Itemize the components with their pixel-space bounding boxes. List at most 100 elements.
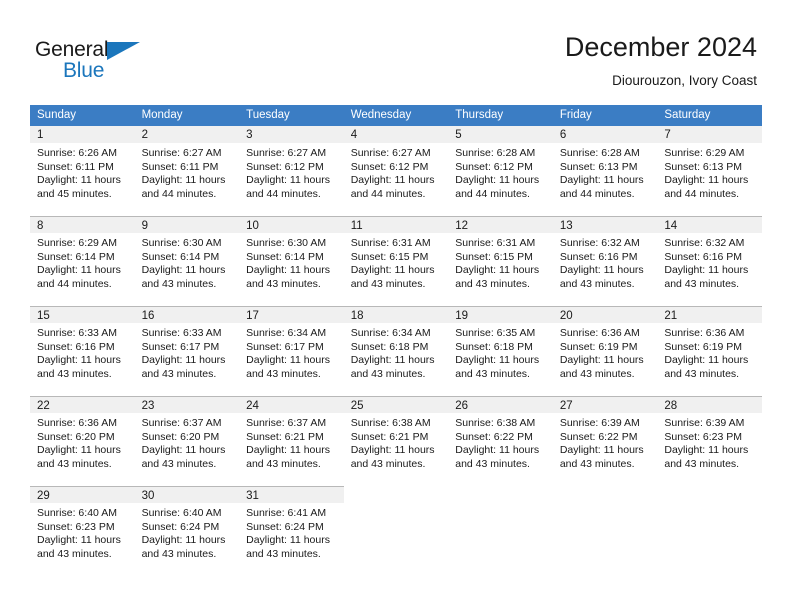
day-details: Sunrise: 6:32 AM Sunset: 6:16 PM Dayligh… (553, 233, 658, 291)
sunset-text: Sunset: 6:12 PM (246, 160, 324, 173)
sunrise-text: Sunrise: 6:40 AM (37, 507, 117, 519)
sunrise-text: Sunrise: 6:34 AM (350, 327, 431, 339)
day-details: Sunrise: 6:34 AM Sunset: 6:17 PM Dayligh… (239, 323, 344, 381)
sunrise-text: Sunrise: 6:32 AM (559, 237, 640, 249)
sunrise-text: Sunrise: 6:35 AM (455, 327, 536, 339)
daylight-text-line2: and 43 minutes. (37, 457, 112, 470)
daylight-text-line2: and 43 minutes. (37, 367, 112, 380)
daylight-text-line2: and 43 minutes. (455, 367, 530, 380)
sunrise-text: Sunrise: 6:39 AM (559, 417, 640, 429)
day-cell[interactable]: 22 Sunrise: 6:36 AM Sunset: 6:20 PM Dayl… (30, 396, 135, 486)
day-cell[interactable]: 3 Sunrise: 6:27 AM Sunset: 6:12 PM Dayli… (239, 126, 344, 216)
calendar-body: 1 Sunrise: 6:26 AM Sunset: 6:11 PM Dayli… (30, 126, 762, 576)
daylight-text-line1: Daylight: 11 hours (141, 264, 226, 277)
day-cell[interactable]: 7 Sunrise: 6:29 AM Sunset: 6:13 PM Dayli… (657, 126, 762, 216)
day-cell[interactable]: 2 Sunrise: 6:27 AM Sunset: 6:11 PM Dayli… (134, 126, 240, 216)
day-number: 20 (552, 306, 658, 323)
day-cell[interactable]: 11 Sunrise: 6:31 AM Sunset: 6:15 PM Dayl… (343, 216, 449, 306)
sunset-text: Sunset: 6:17 PM (141, 340, 220, 353)
sunset-text: Sunset: 6:18 PM (455, 340, 533, 353)
day-cell-empty (553, 486, 658, 576)
daylight-text-line1: Daylight: 11 hours (350, 354, 435, 367)
sunset-text: Sunset: 6:11 PM (37, 160, 114, 173)
generalblue-logo[interactable]: General Blue (35, 38, 165, 86)
sunrise-text: Sunrise: 6:32 AM (664, 237, 745, 249)
day-cell[interactable]: 26 Sunrise: 6:38 AM Sunset: 6:22 PM Dayl… (448, 396, 553, 486)
day-number: 4 (343, 126, 449, 143)
sunrise-text: Sunrise: 6:28 AM (559, 147, 640, 159)
day-cell[interactable]: 1 Sunrise: 6:26 AM Sunset: 6:11 PM Dayli… (30, 126, 135, 216)
day-cell[interactable]: 31 Sunrise: 6:41 AM Sunset: 6:24 PM Dayl… (239, 486, 344, 576)
day-cell[interactable]: 14 Sunrise: 6:32 AM Sunset: 6:16 PM Dayl… (657, 216, 762, 306)
daylight-text-line1: Daylight: 11 hours (559, 354, 644, 367)
daylight-text-line1: Daylight: 11 hours (141, 444, 226, 457)
day-cell[interactable]: 17 Sunrise: 6:34 AM Sunset: 6:17 PM Dayl… (239, 306, 344, 396)
daylight-text-line2: and 43 minutes. (350, 457, 426, 470)
day-cell[interactable]: 13 Sunrise: 6:32 AM Sunset: 6:16 PM Dayl… (552, 216, 658, 306)
sunset-text: Sunset: 6:20 PM (37, 430, 115, 443)
day-details: Sunrise: 6:30 AM Sunset: 6:14 PM Dayligh… (239, 233, 344, 291)
day-details: Sunrise: 6:41 AM Sunset: 6:24 PM Dayligh… (239, 503, 344, 561)
day-cell[interactable]: 16 Sunrise: 6:33 AM Sunset: 6:17 PM Dayl… (134, 306, 240, 396)
daylight-text-line2: and 43 minutes. (559, 277, 635, 290)
sunset-text: Sunset: 6:15 PM (455, 250, 533, 263)
day-details: Sunrise: 6:35 AM Sunset: 6:18 PM Dayligh… (448, 323, 553, 381)
sunset-text: Sunset: 6:22 PM (455, 430, 533, 443)
daylight-text-line1: Daylight: 11 hours (350, 264, 435, 277)
day-number: 17 (239, 306, 344, 323)
day-details: Sunrise: 6:27 AM Sunset: 6:12 PM Dayligh… (239, 143, 344, 201)
daylight-text-line1: Daylight: 11 hours (37, 444, 121, 457)
daylight-text-line2: and 43 minutes. (559, 367, 635, 380)
sunset-text: Sunset: 6:14 PM (141, 250, 220, 263)
day-number: 8 (30, 216, 135, 233)
day-number: 22 (30, 396, 135, 413)
day-cell[interactable]: 27 Sunrise: 6:39 AM Sunset: 6:22 PM Dayl… (552, 396, 658, 486)
day-cell[interactable]: 30 Sunrise: 6:40 AM Sunset: 6:24 PM Dayl… (134, 486, 240, 576)
sunrise-text: Sunrise: 6:38 AM (350, 417, 431, 429)
day-cell[interactable]: 10 Sunrise: 6:30 AM Sunset: 6:14 PM Dayl… (239, 216, 344, 306)
daylight-text-line1: Daylight: 11 hours (246, 174, 330, 187)
day-number: 14 (657, 216, 762, 233)
week-row: 15 Sunrise: 6:33 AM Sunset: 6:16 PM Dayl… (30, 306, 762, 396)
title-block: December 2024 Diourouzon, Ivory Coast (565, 30, 757, 91)
day-cell[interactable]: 9 Sunrise: 6:30 AM Sunset: 6:14 PM Dayli… (134, 216, 240, 306)
daylight-text-line2: and 43 minutes. (246, 547, 321, 560)
day-details: Sunrise: 6:33 AM Sunset: 6:17 PM Dayligh… (135, 323, 240, 381)
sunrise-text: Sunrise: 6:30 AM (141, 237, 222, 249)
day-cell[interactable]: 24 Sunrise: 6:37 AM Sunset: 6:21 PM Dayl… (239, 396, 344, 486)
day-cell[interactable]: 8 Sunrise: 6:29 AM Sunset: 6:14 PM Dayli… (30, 216, 135, 306)
sunrise-text: Sunrise: 6:27 AM (350, 147, 431, 159)
day-cell[interactable]: 20 Sunrise: 6:36 AM Sunset: 6:19 PM Dayl… (552, 306, 658, 396)
day-cell-empty (344, 486, 449, 576)
day-cell[interactable]: 25 Sunrise: 6:38 AM Sunset: 6:21 PM Dayl… (343, 396, 449, 486)
day-cell[interactable]: 21 Sunrise: 6:36 AM Sunset: 6:19 PM Dayl… (657, 306, 762, 396)
daylight-text-line1: Daylight: 11 hours (455, 264, 540, 277)
day-cell[interactable]: 6 Sunrise: 6:28 AM Sunset: 6:13 PM Dayli… (552, 126, 658, 216)
day-cell[interactable]: 15 Sunrise: 6:33 AM Sunset: 6:16 PM Dayl… (30, 306, 135, 396)
daylight-text-line2: and 43 minutes. (559, 457, 635, 470)
day-cell[interactable]: 19 Sunrise: 6:35 AM Sunset: 6:18 PM Dayl… (448, 306, 553, 396)
day-cell[interactable]: 23 Sunrise: 6:37 AM Sunset: 6:20 PM Dayl… (134, 396, 240, 486)
daylight-text-line1: Daylight: 11 hours (246, 354, 330, 367)
day-cell[interactable]: 18 Sunrise: 6:34 AM Sunset: 6:18 PM Dayl… (343, 306, 449, 396)
day-cell[interactable]: 29 Sunrise: 6:40 AM Sunset: 6:23 PM Dayl… (30, 486, 135, 576)
day-number: 23 (134, 396, 240, 413)
day-cell[interactable]: 4 Sunrise: 6:27 AM Sunset: 6:12 PM Dayli… (343, 126, 449, 216)
day-details: Sunrise: 6:37 AM Sunset: 6:21 PM Dayligh… (239, 413, 344, 471)
day-details: Sunrise: 6:38 AM Sunset: 6:22 PM Dayligh… (448, 413, 553, 471)
weekday-header-thursday: Thursday (448, 105, 553, 126)
page-subtitle: Diourouzon, Ivory Coast (612, 73, 757, 88)
day-cell[interactable]: 28 Sunrise: 6:39 AM Sunset: 6:23 PM Dayl… (657, 396, 762, 486)
sunrise-text: Sunrise: 6:29 AM (664, 147, 745, 159)
weekday-header-tuesday: Tuesday (239, 105, 344, 126)
daylight-text-line2: and 43 minutes. (246, 367, 321, 380)
daylight-text-line2: and 44 minutes. (37, 277, 112, 290)
day-cell[interactable]: 12 Sunrise: 6:31 AM Sunset: 6:15 PM Dayl… (448, 216, 553, 306)
day-cell[interactable]: 5 Sunrise: 6:28 AM Sunset: 6:12 PM Dayli… (448, 126, 553, 216)
day-details: Sunrise: 6:36 AM Sunset: 6:19 PM Dayligh… (553, 323, 658, 381)
sunset-text: Sunset: 6:20 PM (141, 430, 220, 443)
day-number: 18 (343, 306, 449, 323)
sunset-text: Sunset: 6:16 PM (37, 340, 115, 353)
daylight-text-line2: and 44 minutes. (664, 187, 740, 200)
day-details: Sunrise: 6:31 AM Sunset: 6:15 PM Dayligh… (344, 233, 449, 291)
